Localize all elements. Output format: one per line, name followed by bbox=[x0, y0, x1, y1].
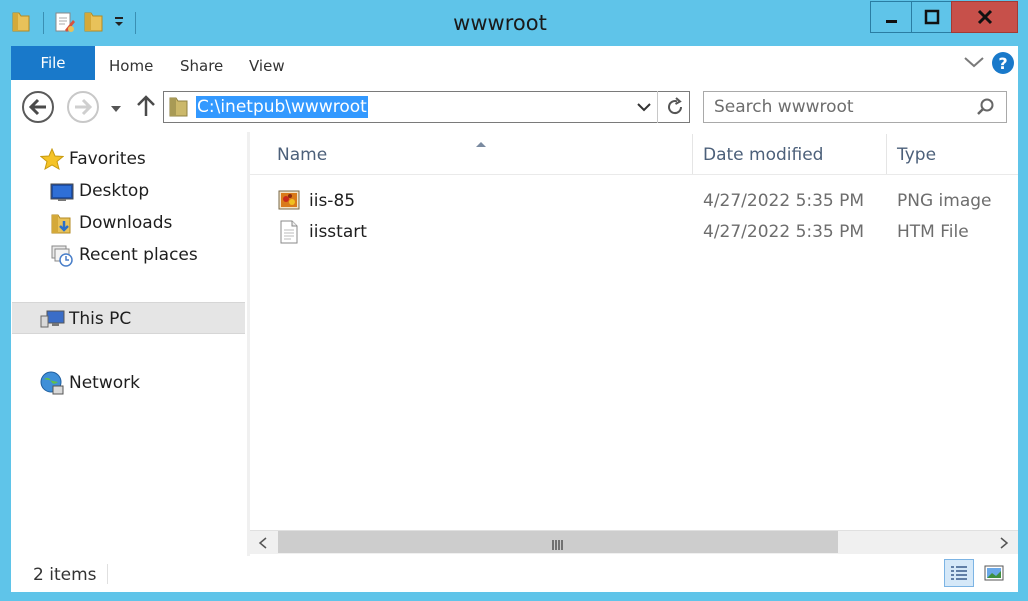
minimize-button[interactable] bbox=[870, 1, 912, 33]
downloads-icon bbox=[50, 212, 74, 240]
column-divider[interactable] bbox=[886, 134, 887, 174]
address-divider bbox=[657, 91, 658, 123]
column-header-name[interactable]: Name bbox=[277, 145, 327, 165]
search-input[interactable]: Search wwwroot bbox=[714, 97, 854, 117]
sort-ascending-icon bbox=[475, 133, 487, 152]
status-divider bbox=[107, 564, 108, 584]
file-date: 4/27/2022 5:35 PM bbox=[703, 191, 865, 211]
column-header-type[interactable]: Type bbox=[897, 145, 936, 165]
ribbon-tabs: File Home Share View ? bbox=[11, 46, 1018, 80]
refresh-icon[interactable] bbox=[664, 96, 686, 122]
file-name[interactable]: iisstart bbox=[309, 222, 367, 242]
column-header-date[interactable]: Date modified bbox=[703, 145, 823, 165]
nav-network[interactable]: Network bbox=[69, 373, 140, 393]
window-title: wwwroot bbox=[453, 11, 547, 35]
forward-arrow-icon bbox=[67, 91, 99, 123]
large-icons-view-button[interactable] bbox=[979, 559, 1009, 587]
pane-splitter[interactable] bbox=[247, 132, 250, 556]
png-image-icon bbox=[278, 190, 300, 214]
back-arrow-icon bbox=[22, 91, 54, 123]
file-name[interactable]: iis-85 bbox=[309, 191, 355, 211]
tab-file[interactable]: File bbox=[11, 46, 95, 80]
details-view-icon bbox=[951, 566, 967, 580]
close-icon bbox=[977, 9, 992, 25]
header-separator bbox=[250, 174, 1018, 175]
address-dropdown-icon[interactable] bbox=[636, 99, 652, 118]
up-arrow-icon[interactable] bbox=[136, 94, 156, 122]
main-area bbox=[11, 132, 1018, 557]
tab-view[interactable]: View bbox=[249, 57, 285, 75]
nav-favorites[interactable]: Favorites bbox=[69, 149, 146, 169]
details-view-button[interactable] bbox=[944, 559, 974, 587]
back-button[interactable] bbox=[21, 90, 55, 128]
scroll-grip-icon bbox=[551, 536, 565, 555]
scroll-right-icon[interactable] bbox=[997, 535, 1011, 554]
file-date: 4/27/2022 5:35 PM bbox=[703, 222, 865, 242]
maximize-icon bbox=[924, 9, 939, 25]
expand-ribbon-icon[interactable] bbox=[963, 54, 985, 74]
address-path[interactable]: C:\inetpub\wwwroot bbox=[196, 96, 368, 118]
large-icons-view-icon bbox=[984, 565, 1004, 581]
desktop-icon bbox=[50, 182, 74, 206]
item-count: 2 items bbox=[33, 565, 97, 585]
svg-text:?: ? bbox=[998, 54, 1007, 73]
status-bar bbox=[11, 557, 1018, 592]
help-icon[interactable]: ? bbox=[991, 51, 1015, 79]
minimize-icon bbox=[886, 20, 897, 23]
nav-recent-places[interactable]: Recent places bbox=[79, 245, 198, 265]
htm-file-icon bbox=[280, 220, 298, 248]
star-icon bbox=[39, 147, 65, 174]
tab-home[interactable]: Home bbox=[109, 57, 153, 75]
this-pc-icon bbox=[40, 308, 66, 334]
file-type: PNG image bbox=[897, 191, 992, 211]
title-bar: wwwroot bbox=[0, 0, 1028, 46]
scroll-left-icon[interactable] bbox=[256, 535, 270, 554]
close-button[interactable] bbox=[951, 1, 1018, 33]
search-icon[interactable] bbox=[976, 97, 996, 121]
network-icon bbox=[39, 370, 65, 400]
nav-desktop[interactable]: Desktop bbox=[79, 181, 149, 201]
nav-downloads[interactable]: Downloads bbox=[79, 213, 172, 233]
column-divider[interactable] bbox=[692, 134, 693, 174]
recent-places-icon bbox=[50, 244, 74, 272]
tab-share[interactable]: Share bbox=[180, 57, 223, 75]
forward-button[interactable] bbox=[66, 90, 100, 128]
nav-this-pc[interactable]: This PC bbox=[69, 309, 131, 329]
maximize-button[interactable] bbox=[911, 1, 952, 33]
file-type: HTM File bbox=[897, 222, 969, 242]
folder-location-icon bbox=[168, 95, 190, 123]
recent-locations-icon[interactable] bbox=[110, 100, 122, 119]
